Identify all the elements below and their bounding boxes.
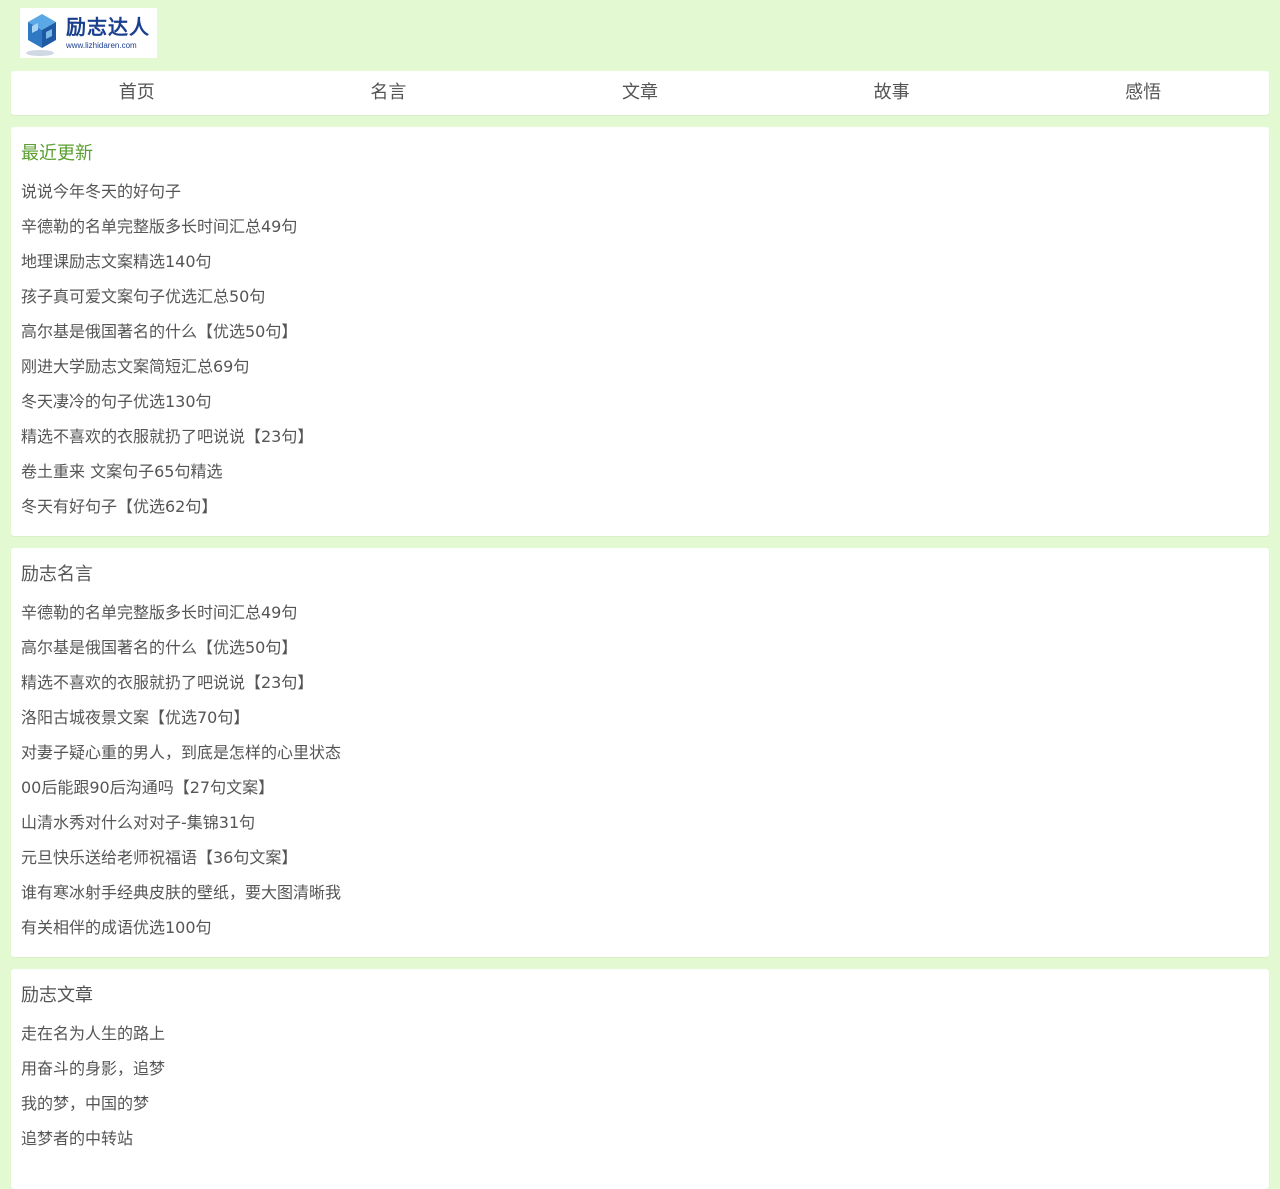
list-item: 冬天凄冷的句子优选130句 (21, 384, 1259, 419)
article-link[interactable]: 刚进大学励志文案简短汇总69句 (21, 357, 249, 376)
list-item: 辛德勒的名单完整版多长时间汇总49句 (21, 209, 1259, 244)
list-item: 山清水秀对什么对对子-集锦31句 (21, 805, 1259, 840)
list-item: 我的梦，中国的梦 (21, 1086, 1259, 1121)
logo-cube-icon (20, 8, 60, 58)
list-item: 说说今年冬天的好句子 (21, 174, 1259, 209)
section-title-articles[interactable]: 励志文章 (21, 969, 1259, 1016)
list-item: 走在名为人生的路上 (21, 1016, 1259, 1051)
motivational-articles-section: 励志文章 走在名为人生的路上 用奋斗的身影，追梦 我的梦，中国的梦 追梦者的中转… (11, 969, 1269, 1189)
list-item: 高尔基是俄国著名的什么【优选50句】 (21, 630, 1259, 665)
article-link[interactable]: 卷土重来 文案句子65句精选 (21, 462, 222, 481)
recent-updates-section: 最近更新 说说今年冬天的好句子 辛德勒的名单完整版多长时间汇总49句 地理课励志… (11, 127, 1269, 536)
list-item: 冬天有好句子【优选62句】 (21, 489, 1259, 524)
article-link[interactable]: 冬天凄冷的句子优选130句 (21, 392, 212, 411)
main-nav: 首页 名言 文章 故事 感悟 (11, 71, 1269, 115)
list-item: 用奋斗的身影，追梦 (21, 1051, 1259, 1086)
nav-item-home[interactable]: 首页 (11, 71, 263, 115)
nav-item-articles[interactable]: 文章 (514, 71, 766, 115)
article-link[interactable]: 追梦者的中转站 (21, 1129, 133, 1148)
article-link[interactable]: 地理课励志文案精选140句 (21, 252, 212, 271)
article-link[interactable]: 说说今年冬天的好句子 (21, 182, 181, 201)
article-link[interactable]: 对妻子疑心重的男人，到底是怎样的心里状态 (21, 743, 341, 762)
article-link[interactable]: 精选不喜欢的衣服就扔了吧说说【23句】 (21, 673, 313, 692)
article-link[interactable]: 冬天有好句子【优选62句】 (21, 497, 217, 516)
list-item: 有关相伴的成语优选100句 (21, 910, 1259, 945)
article-link[interactable]: 00后能跟90后沟通吗【27句文案】 (21, 778, 274, 797)
article-link[interactable]: 山清水秀对什么对对子-集锦31句 (21, 813, 255, 832)
recent-updates-list: 说说今年冬天的好句子 辛德勒的名单完整版多长时间汇总49句 地理课励志文案精选1… (21, 174, 1259, 524)
list-item: 元旦快乐送给老师祝福语【36句文案】 (21, 840, 1259, 875)
list-item: 00后能跟90后沟通吗【27句文案】 (21, 770, 1259, 805)
list-item: 孩子真可爱文案句子优选汇总50句 (21, 279, 1259, 314)
article-link[interactable]: 精选不喜欢的衣服就扔了吧说说【23句】 (21, 427, 313, 446)
article-link[interactable]: 孩子真可爱文案句子优选汇总50句 (21, 287, 265, 306)
article-link[interactable]: 辛德勒的名单完整版多长时间汇总49句 (21, 603, 297, 622)
section-title-recent: 最近更新 (21, 143, 93, 164)
list-item: 精选不喜欢的衣服就扔了吧说说【23句】 (21, 419, 1259, 454)
list-item: 卷土重来 文案句子65句精选 (21, 454, 1259, 489)
nav-item-insights[interactable]: 感悟 (1017, 71, 1269, 115)
list-item: 追梦者的中转站 (21, 1121, 1259, 1156)
article-link[interactable]: 用奋斗的身影，追梦 (21, 1059, 165, 1078)
list-item: 辛德勒的名单完整版多长时间汇总49句 (21, 595, 1259, 630)
list-item: 谁有寒冰射手经典皮肤的壁纸，要大图清晰我 (21, 875, 1259, 910)
article-link[interactable]: 谁有寒冰射手经典皮肤的壁纸，要大图清晰我 (21, 883, 341, 902)
list-item: 高尔基是俄国著名的什么【优选50句】 (21, 314, 1259, 349)
list-item: 精选不喜欢的衣服就扔了吧说说【23句】 (21, 665, 1259, 700)
nav-item-quotes[interactable]: 名言 (263, 71, 515, 115)
site-header: 励志达人 www.lizhidaren.com 首页 名言 文章 故事 感悟 (0, 0, 1280, 115)
motivational-quotes-section: 励志名言 辛德勒的名单完整版多长时间汇总49句 高尔基是俄国著名的什么【优选50… (11, 548, 1269, 957)
quotes-list: 辛德勒的名单完整版多长时间汇总49句 高尔基是俄国著名的什么【优选50句】 精选… (21, 595, 1259, 945)
article-link[interactable]: 高尔基是俄国著名的什么【优选50句】 (21, 638, 297, 657)
section-title-quotes[interactable]: 励志名言 (21, 548, 1259, 595)
nav-item-stories[interactable]: 故事 (766, 71, 1018, 115)
list-item: 对妻子疑心重的男人，到底是怎样的心里状态 (21, 735, 1259, 770)
logo-text: 励志达人 www.lizhidaren.com (66, 15, 150, 51)
article-link[interactable]: 辛德勒的名单完整版多长时间汇总49句 (21, 217, 297, 236)
list-item: 洛阳古城夜景文案【优选70句】 (21, 700, 1259, 735)
logo-url: www.lizhidaren.com (66, 41, 137, 50)
article-link[interactable]: 高尔基是俄国著名的什么【优选50句】 (21, 322, 297, 341)
site-logo[interactable]: 励志达人 www.lizhidaren.com (20, 8, 157, 58)
articles-list: 走在名为人生的路上 用奋斗的身影，追梦 我的梦，中国的梦 追梦者的中转站 (21, 1016, 1259, 1156)
article-link[interactable]: 走在名为人生的路上 (21, 1024, 165, 1043)
list-item: 地理课励志文案精选140句 (21, 244, 1259, 279)
logo-title: 励志达人 (66, 15, 150, 39)
list-item: 刚进大学励志文案简短汇总69句 (21, 349, 1259, 384)
article-link[interactable]: 元旦快乐送给老师祝福语【36句文案】 (21, 848, 297, 867)
article-link[interactable]: 我的梦，中国的梦 (21, 1094, 149, 1113)
article-link[interactable]: 有关相伴的成语优选100句 (21, 918, 212, 937)
article-link[interactable]: 洛阳古城夜景文案【优选70句】 (21, 708, 249, 727)
